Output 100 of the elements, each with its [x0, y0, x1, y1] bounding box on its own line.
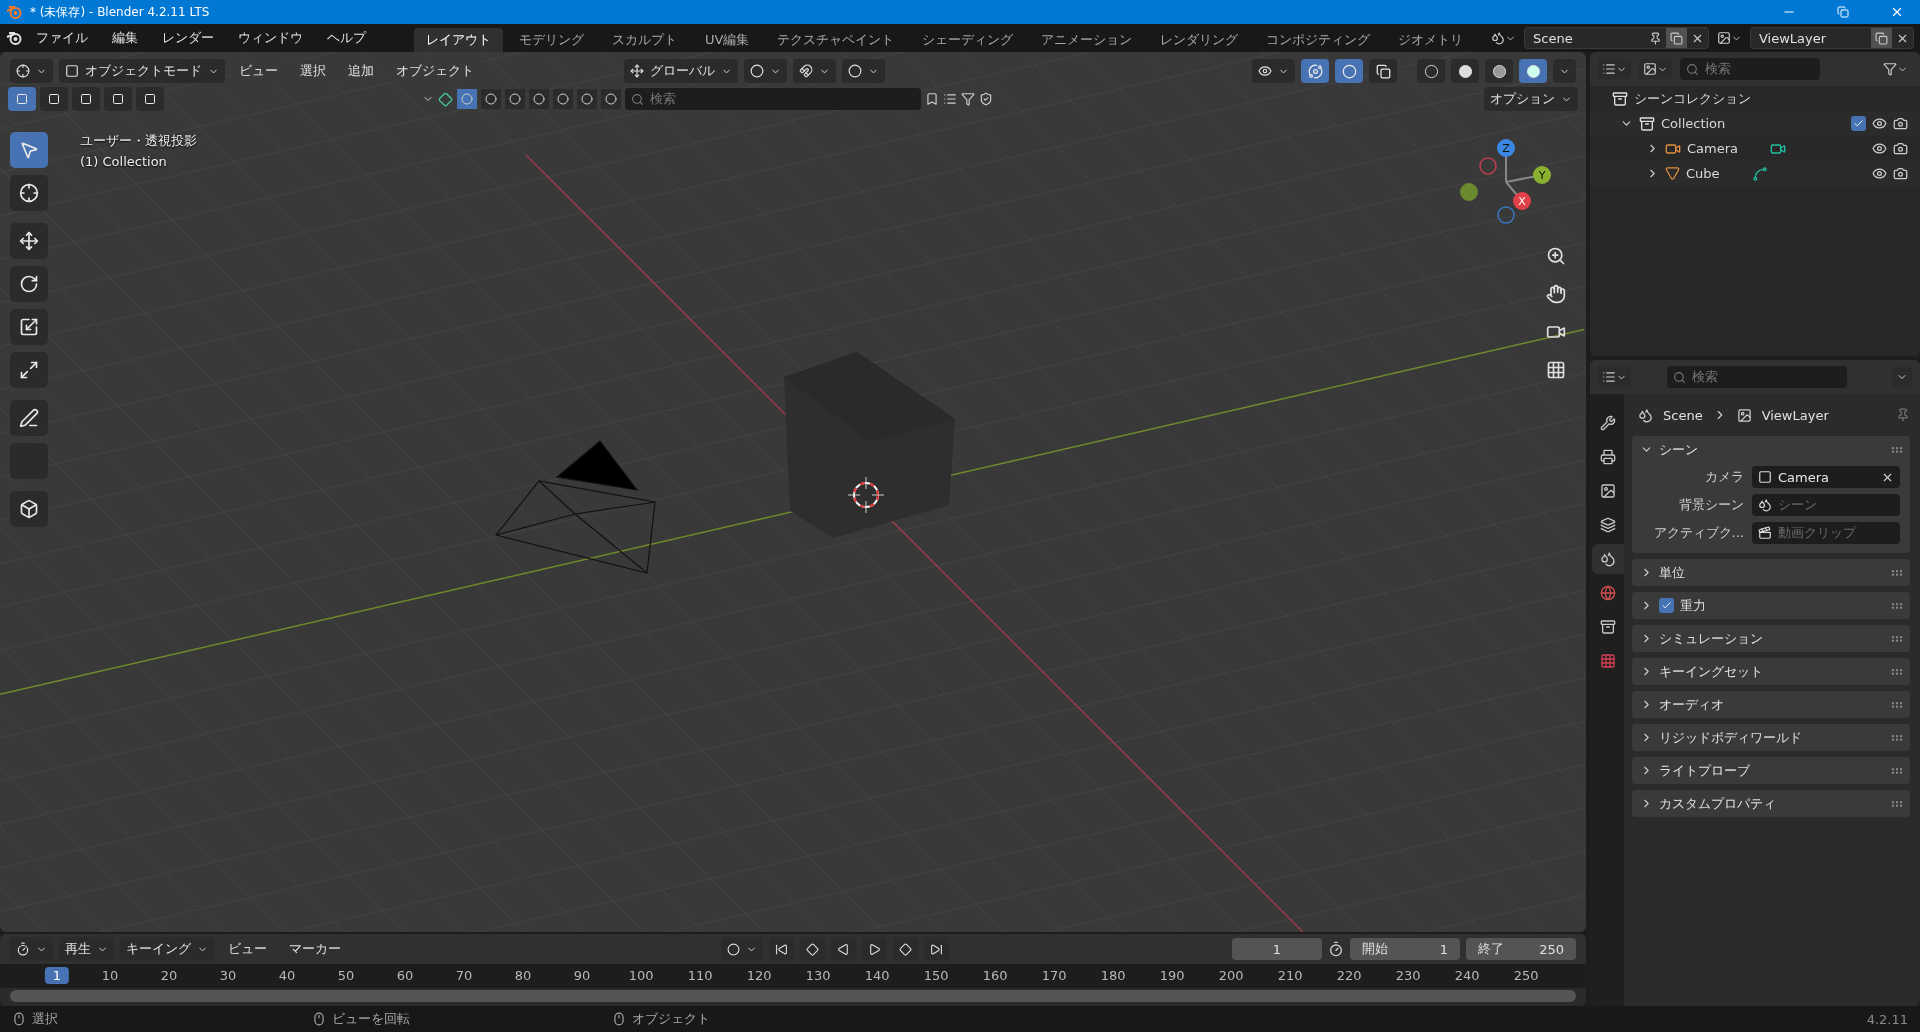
display-mode-button[interactable]: [1639, 59, 1672, 79]
viewport-toggle[interactable]: [1369, 59, 1397, 83]
tool-button[interactable]: [10, 309, 48, 345]
panel-title[interactable]: キーイングセット: [1659, 662, 1884, 681]
menu-item[interactable]: ファイル: [26, 29, 98, 47]
options-button[interactable]: [1892, 367, 1912, 387]
tool-button[interactable]: [10, 266, 48, 302]
panel-title[interactable]: オーディオ: [1659, 695, 1884, 714]
tool-button[interactable]: [10, 175, 48, 211]
menu-item[interactable]: ヘルプ: [317, 29, 376, 47]
axis-handle[interactable]: [1479, 157, 1497, 175]
timeline-menu-item[interactable]: マーカー: [281, 940, 349, 958]
select-mode-button[interactable]: [40, 87, 68, 111]
axis-handle[interactable]: [1497, 206, 1515, 224]
eye-icon[interactable]: [1872, 166, 1887, 181]
filter-toggle[interactable]: [457, 89, 477, 109]
workspace-tab[interactable]: シェーディング: [910, 28, 1026, 52]
filter-toggle[interactable]: [553, 89, 573, 109]
properties-tab[interactable]: [1592, 544, 1624, 574]
filter-toggle[interactable]: [577, 89, 597, 109]
start-frame-field[interactable]: 開始 1: [1350, 938, 1460, 960]
editor-type-button[interactable]: [10, 59, 53, 83]
orientation-dropdown[interactable]: グローバル: [624, 59, 738, 83]
panel-title[interactable]: シミュレーション: [1659, 629, 1884, 648]
tree-item-label[interactable]: Camera: [1687, 141, 1739, 156]
axis-handle[interactable]: [1513, 192, 1531, 210]
eye-icon[interactable]: [1872, 116, 1887, 131]
scene-field[interactable]: Scene: [1524, 27, 1709, 49]
panel-title[interactable]: 重力: [1680, 596, 1884, 615]
property-field[interactable]: Camera: [1752, 466, 1900, 488]
pivot-dropdown[interactable]: [744, 59, 787, 83]
timeline-scrollbar[interactable]: [10, 990, 1576, 1002]
eye-icon[interactable]: [1872, 141, 1887, 156]
proportional-dropdown[interactable]: [842, 59, 885, 83]
select-mode-button[interactable]: [136, 87, 164, 111]
editor-type-button[interactable]: [10, 937, 53, 961]
checkbox[interactable]: [1851, 116, 1866, 131]
viewport-menu-item[interactable]: オブジェクト: [388, 60, 482, 82]
timeline-menu-item[interactable]: ビュー: [220, 940, 275, 958]
panel-title[interactable]: シーン: [1659, 440, 1884, 459]
menu-item[interactable]: レンダー: [152, 29, 224, 47]
viewport-menu-item[interactable]: 選択: [292, 60, 334, 82]
select-mode-button[interactable]: [72, 87, 100, 111]
outliner-search-field[interactable]: 検索: [1680, 58, 1820, 80]
mode-dropdown[interactable]: オブジェクトモード: [59, 59, 225, 83]
search-field[interactable]: 検索: [625, 88, 921, 110]
tool-button[interactable]: [10, 491, 48, 527]
filter-toggle[interactable]: [481, 89, 501, 109]
jump-start-button[interactable]: [769, 937, 794, 961]
tree-item-label[interactable]: Collection: [1661, 116, 1726, 131]
workspace-tab[interactable]: レイアウト: [414, 28, 503, 52]
checkbox[interactable]: [1659, 598, 1674, 613]
axis-handle[interactable]: [1533, 166, 1551, 184]
camera-icon[interactable]: [1893, 116, 1908, 131]
editor-type-button[interactable]: [1598, 367, 1631, 387]
properties-search-field[interactable]: 検索: [1667, 366, 1847, 388]
menu-item[interactable]: 編集: [102, 29, 148, 47]
record-button[interactable]: [721, 937, 763, 961]
visibility-dropdown[interactable]: [1252, 59, 1295, 83]
timeline-menu-dropdown[interactable]: キーイング: [120, 937, 214, 961]
panel-title[interactable]: 単位: [1659, 563, 1884, 582]
viewport-toggle[interactable]: [1335, 59, 1363, 83]
prev-keyframe-button[interactable]: [800, 937, 825, 961]
jump-end-button[interactable]: [924, 937, 949, 961]
viewport-menu-item[interactable]: ビュー: [231, 60, 286, 82]
timeline-menu-dropdown[interactable]: 再生: [59, 937, 114, 961]
options-dropdown[interactable]: オプション: [1484, 87, 1578, 111]
current-frame-field[interactable]: 1: [1232, 938, 1322, 960]
pin-icon[interactable]: [1896, 408, 1910, 422]
viewport-toggle[interactable]: [1301, 59, 1329, 83]
editor-type-button[interactable]: [1598, 59, 1631, 79]
filter-toggle[interactable]: [505, 89, 525, 109]
workspace-tab[interactable]: モデリング: [507, 28, 596, 52]
camera-icon[interactable]: [1893, 166, 1908, 181]
play-reverse-button[interactable]: [831, 937, 856, 961]
tool-button[interactable]: [10, 223, 48, 259]
select-mode-button[interactable]: [104, 87, 132, 111]
workspace-tab[interactable]: テクスチャペイント: [765, 28, 907, 52]
next-keyframe-button[interactable]: [893, 937, 918, 961]
tool-button[interactable]: [10, 400, 48, 436]
tool-button[interactable]: [10, 352, 48, 388]
axis-handle[interactable]: [1460, 183, 1478, 201]
snap-dropdown[interactable]: [793, 59, 836, 83]
workspace-tab[interactable]: アニメーション: [1029, 28, 1145, 52]
filter-toggle[interactable]: [601, 89, 621, 109]
workspace-tab[interactable]: スカルプト: [600, 28, 689, 52]
panel-title[interactable]: ライトプローブ: [1659, 761, 1884, 780]
play-button[interactable]: [862, 937, 887, 961]
axis-handle[interactable]: [1497, 139, 1515, 157]
workspace-tab[interactable]: レンダリング: [1148, 28, 1251, 52]
workspace-tab[interactable]: ジオメトリ: [1386, 28, 1476, 52]
tool-button[interactable]: [10, 132, 48, 168]
menu-item[interactable]: ウィンドウ: [228, 29, 313, 47]
shading-mode-button[interactable]: [1451, 59, 1479, 83]
filter-toggle[interactable]: [529, 89, 549, 109]
shading-mode-button[interactable]: [1417, 59, 1445, 83]
panel-title[interactable]: カスタムプロパティ: [1659, 794, 1884, 813]
shading-mode-button[interactable]: [1485, 59, 1513, 83]
shading-mode-button[interactable]: [1519, 59, 1547, 83]
end-frame-field[interactable]: 終了 250: [1466, 938, 1576, 960]
